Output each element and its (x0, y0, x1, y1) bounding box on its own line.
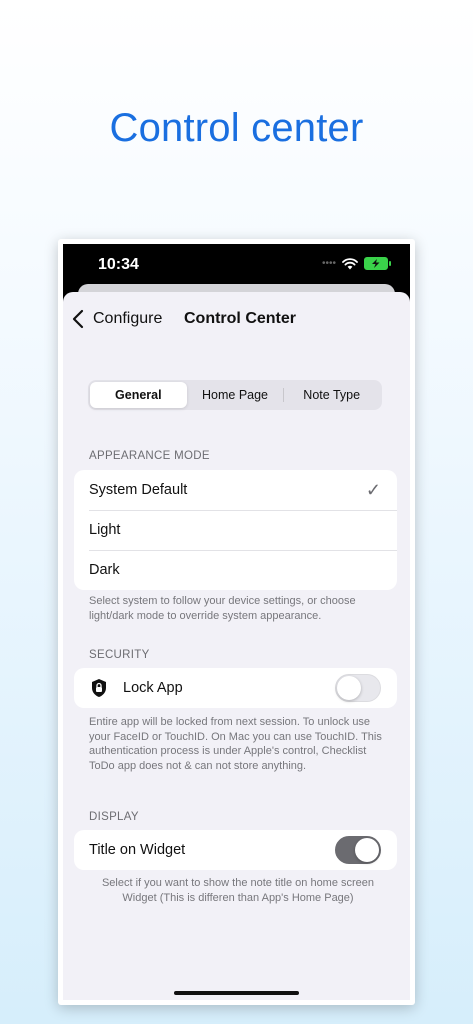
appearance-footnote: Select system to follow your device sett… (89, 595, 356, 622)
battery-charging-icon (364, 257, 391, 270)
option-label: Dark (89, 562, 120, 578)
back-label: Configure (93, 310, 163, 327)
lock-app-label: Lock App (123, 680, 183, 696)
toggle-knob (337, 676, 361, 700)
option-label: Light (89, 522, 121, 538)
back-button[interactable]: Configure (69, 308, 162, 330)
appearance-option-light[interactable]: Light (74, 510, 397, 550)
tab-home-page[interactable]: Home Page (187, 382, 284, 408)
title-on-widget-row: Title on Widget (74, 830, 397, 870)
security-footnote: Entire app will be locked from next sess… (89, 716, 382, 772)
wifi-icon (342, 257, 358, 269)
security-group: Lock App (74, 668, 397, 708)
signal-dots-icon: •••• (321, 258, 336, 269)
hero-title: Control center (109, 106, 364, 150)
page-title: Control Center (184, 310, 296, 327)
option-label: System Default (89, 482, 188, 498)
appearance-group: System Default ✓ Light Dark (74, 470, 397, 590)
appearance-option-system-default[interactable]: System Default ✓ (74, 470, 397, 510)
tab-general[interactable]: General (90, 382, 187, 408)
chevron-left-icon (72, 309, 84, 329)
status-bar: 10:34 •••• (63, 244, 410, 289)
security-section-header: SECURITY (89, 649, 150, 661)
status-time: 10:34 (98, 256, 139, 273)
home-indicator (174, 991, 299, 995)
display-group: Title on Widget (74, 830, 397, 870)
tab-note-type[interactable]: Note Type (283, 382, 380, 408)
title-on-widget-label: Title on Widget (89, 842, 186, 858)
status-icons: •••• (321, 257, 391, 270)
appearance-section-header: APPEARANCE MODE (89, 450, 210, 462)
device-frame: 10:34 •••• Configure Control Center Gene… (58, 239, 415, 1005)
display-footnote: Select if you want to show the note titl… (101, 877, 375, 904)
toggle-knob (355, 838, 379, 862)
settings-sheet: Configure Control Center General Home Pa… (63, 292, 410, 1000)
lock-app-row: Lock App (74, 668, 397, 708)
display-section-header: DISPLAY (89, 811, 139, 823)
navigation-bar: Configure Control Center (63, 308, 410, 338)
title-on-widget-toggle[interactable] (335, 836, 381, 864)
phone-screen: 10:34 •••• Configure Control Center Gene… (63, 244, 410, 1000)
checkmark-icon: ✓ (365, 479, 381, 500)
lock-app-toggle[interactable] (335, 674, 381, 702)
appearance-option-dark[interactable]: Dark (74, 550, 397, 590)
shield-lock-icon (92, 679, 106, 697)
tab-segmented-control: General Home Page Note Type (88, 380, 382, 410)
